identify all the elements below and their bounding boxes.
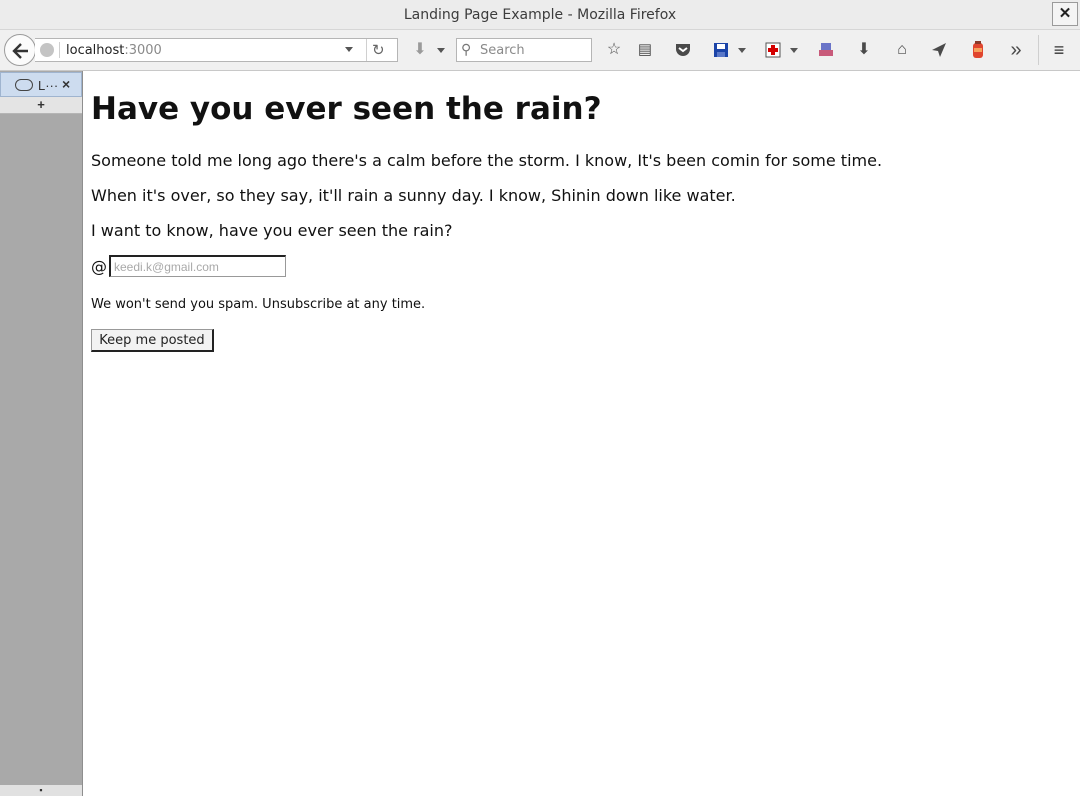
download-arrow-icon[interactable]: ⬇ (409, 39, 431, 61)
url-host: localhost (66, 43, 125, 58)
sidebar-tab[interactable]: L··· × (0, 72, 82, 97)
paragraph-2: When it's over, so they say, it'll rain … (91, 186, 736, 205)
dropdown-icon[interactable] (437, 48, 445, 53)
window-titlebar: Landing Page Example - Mozilla Firefox ✕ (0, 0, 1080, 30)
url-bar[interactable]: localhost:3000 ↻ (35, 38, 398, 62)
url-port: :3000 (124, 43, 162, 58)
site-identity-icon[interactable] (40, 43, 54, 57)
first-aid-icon[interactable] (762, 39, 784, 61)
first-aid-dropdown-icon[interactable] (790, 48, 798, 53)
window-title: Landing Page Example - Mozilla Firefox (403, 7, 677, 23)
extension-ship-icon[interactable] (815, 39, 837, 61)
email-input[interactable] (109, 255, 286, 277)
bookmark-star-icon[interactable]: ☆ (603, 39, 625, 61)
sidebar-tab-close-icon[interactable]: × (62, 76, 70, 92)
keep-me-posted-button[interactable]: Keep me posted (91, 329, 214, 352)
search-placeholder: Search (480, 43, 525, 58)
save-dropdown-icon[interactable] (738, 48, 746, 53)
back-button[interactable] (4, 34, 36, 66)
hamburger-menu-icon[interactable]: ≡ (1048, 39, 1070, 61)
paragraph-3: I want to know, have you ever seen the r… (91, 221, 453, 240)
overflow-chevron-icon[interactable]: » (1005, 39, 1027, 61)
extension-jar-icon[interactable] (967, 39, 989, 61)
cloud-icon (15, 79, 33, 91)
new-tab-button[interactable]: + (0, 97, 82, 114)
save-icon[interactable] (710, 39, 732, 61)
sidebar-grip-icon[interactable]: ▪ (0, 785, 82, 796)
paragraph-1: Someone told me long ago there's a calm … (91, 151, 883, 170)
sidebar-tab-label: L··· (38, 78, 59, 93)
reading-list-icon[interactable]: ▤ (634, 39, 656, 61)
downloads-icon[interactable]: ⬇ (853, 39, 875, 61)
spam-note: We won't send you spam. Unsubscribe at a… (91, 297, 426, 312)
pocket-icon[interactable] (672, 39, 694, 61)
home-icon[interactable]: ⌂ (891, 39, 913, 61)
back-arrow-icon (12, 43, 28, 59)
send-icon[interactable] (928, 39, 950, 61)
url-text[interactable]: localhost:3000 (66, 43, 162, 58)
search-box[interactable]: ⚲ Search (456, 38, 592, 62)
at-symbol-label: @ (91, 257, 107, 276)
page-heading: Have you ever seen the rain? (91, 91, 602, 127)
window-close-button[interactable]: ✕ (1052, 2, 1078, 26)
url-history-dropdown-icon[interactable] (345, 47, 353, 52)
tab-sidebar: L··· × + ▪ (0, 71, 83, 796)
browser-toolbar: localhost:3000 ↻ ⬇ ⚲ Search ☆ ▤ ⬇ ⌂ » ≡ (0, 30, 1080, 71)
reload-icon[interactable]: ↻ (372, 41, 385, 59)
search-icon: ⚲ (461, 41, 472, 57)
